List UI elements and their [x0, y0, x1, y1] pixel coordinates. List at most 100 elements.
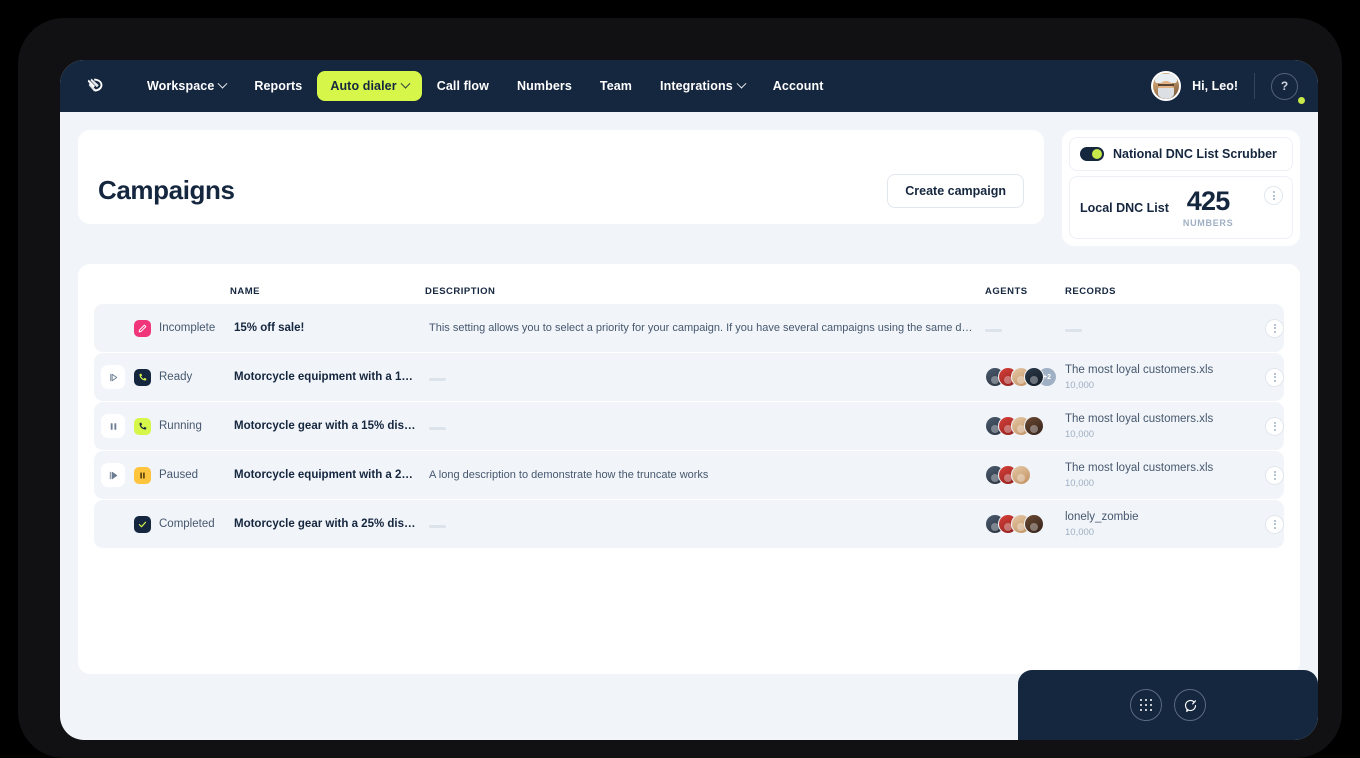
- nav-item-reports[interactable]: Reports: [241, 71, 315, 101]
- agents-cell: +2: [985, 367, 1065, 387]
- table-row[interactable]: Completed Motorcycle gear with a 25% disc…: [94, 500, 1284, 548]
- status-label: Running: [159, 420, 202, 432]
- local-dnc-list-row: Local DNC List 425 NUMBERS: [1069, 176, 1293, 239]
- chevron-down-icon: [736, 78, 747, 89]
- chat-bubble-glyph: [1184, 699, 1196, 712]
- row-menu-cell: [1250, 416, 1284, 436]
- campaign-name: Motorcycle gear with a 15% discount: [234, 420, 429, 432]
- records-file-name: The most loyal customers.xls: [1065, 462, 1214, 475]
- nav-item-label: Call flow: [436, 79, 489, 93]
- column-header-records: RECORDS: [1065, 285, 1117, 297]
- campaign-name: Motorcycle equipment with a 15% disco...: [234, 371, 429, 383]
- table-row[interactable]: Paused Motorcycle equipment with a 20% di…: [94, 451, 1284, 499]
- greeting-text: Hi, Leo!: [1192, 79, 1238, 93]
- agents-cell: [985, 319, 1065, 337]
- table-row[interactable]: Running Motorcycle gear with a 15% discou…: [94, 402, 1284, 450]
- agent-avatar: [1024, 416, 1044, 436]
- empty-placeholder: [429, 378, 446, 381]
- dialpad-icon[interactable]: [1130, 689, 1162, 721]
- campaign-name: Motorcycle gear with a 25% discount: [234, 518, 429, 530]
- campaign-description: This setting allows you to select a prio…: [429, 322, 973, 334]
- resume-button[interactable]: [101, 463, 125, 487]
- records-file-name: lonely_zombie: [1065, 511, 1139, 524]
- phone-icon: [134, 368, 151, 386]
- row-menu-cell: [1250, 367, 1284, 387]
- campaign-description-cell: [429, 368, 985, 386]
- campaign-name: 15% off sale!: [234, 322, 305, 334]
- row-menu-cell: [1250, 514, 1284, 534]
- agent-avatar: [1024, 514, 1044, 534]
- nav-item-auto-dialer[interactable]: Auto dialer: [317, 71, 422, 101]
- records-file-name: The most loyal customers.xls: [1065, 413, 1214, 426]
- status-badge: Running: [134, 417, 234, 435]
- help-icon[interactable]: ?: [1271, 72, 1298, 100]
- status-label: Completed: [159, 518, 215, 530]
- nav-item-team[interactable]: Team: [587, 71, 645, 101]
- empty-placeholder: [429, 525, 446, 528]
- row-more-options-icon[interactable]: [1265, 514, 1284, 534]
- column-header-agents: AGENTS: [985, 285, 1028, 297]
- nav-item-numbers[interactable]: Numbers: [504, 71, 585, 101]
- national-dnc-scrubber-row[interactable]: National DNC List Scrubber: [1069, 137, 1293, 171]
- device-frame: Workspace Reports Auto dialer Call flow Numb…: [18, 18, 1342, 758]
- chat-bubble-icon[interactable]: [1174, 689, 1206, 721]
- row-more-options-icon[interactable]: [1265, 318, 1284, 338]
- table-row[interactable]: Ready Motorcycle equipment with a 15% dis…: [94, 353, 1284, 401]
- column-header-description: DESCRIPTION: [425, 285, 496, 297]
- user-avatar[interactable]: [1151, 71, 1182, 101]
- agent-avatar-stack[interactable]: [985, 416, 1065, 436]
- status-badge: Ready: [134, 368, 234, 386]
- status-label: Incomplete: [159, 322, 216, 334]
- table-row[interactable]: Incomplete 15% off sale! This setting allo…: [94, 304, 1284, 352]
- records-cell: The most loyal customers.xls 10,000: [1065, 461, 1250, 488]
- pencil-icon: [134, 319, 151, 337]
- dnc-scrubber-label: National DNC List Scrubber: [1113, 147, 1277, 161]
- nav-right-cluster: Hi, Leo! ?: [1151, 71, 1318, 105]
- create-campaign-button[interactable]: Create campaign: [887, 174, 1024, 208]
- chevron-down-icon: [217, 78, 228, 89]
- dnc-scrubber-toggle[interactable]: [1080, 147, 1104, 161]
- row-control-cell: [98, 365, 134, 389]
- campaigns-header-card: Campaigns Create campaign: [78, 130, 1044, 224]
- dnc-more-options-icon[interactable]: [1264, 186, 1283, 205]
- agent-avatar-stack[interactable]: +2: [985, 367, 1065, 387]
- nav-item-account[interactable]: Account: [760, 71, 837, 101]
- local-dnc-count-wrap: 425 NUMBERS: [1183, 188, 1233, 228]
- empty-placeholder: [985, 329, 1002, 332]
- row-control-cell: [98, 414, 134, 438]
- page-title: Campaigns: [98, 175, 235, 205]
- nav-item-label: Integrations: [660, 79, 733, 93]
- nav-item-call-flow[interactable]: Call flow: [424, 71, 502, 101]
- status-badge: Paused: [134, 466, 234, 484]
- toggle-knob: [1092, 149, 1102, 159]
- page-content: Campaigns Create campaign National DNC L…: [60, 112, 1318, 740]
- campaign-description-cell: [429, 515, 985, 533]
- agent-avatar-stack[interactable]: [985, 465, 1065, 485]
- local-dnc-count: 425: [1186, 186, 1230, 216]
- column-header-name: NAME: [230, 285, 260, 297]
- table-header-row: NAME DESCRIPTION AGENTS RECORDS: [94, 264, 1284, 304]
- row-more-options-icon[interactable]: [1265, 465, 1284, 485]
- pause-button[interactable]: [101, 414, 125, 438]
- empty-placeholder: [429, 427, 446, 430]
- nav-item-workspace[interactable]: Workspace: [134, 71, 239, 101]
- nav-item-label: Numbers: [517, 79, 572, 93]
- records-cell: lonely_zombie 10,000: [1065, 510, 1250, 537]
- agent-avatar-stack[interactable]: [985, 514, 1065, 534]
- play-button[interactable]: [101, 365, 125, 389]
- local-dnc-label: Local DNC List: [1080, 201, 1169, 215]
- dnc-panel: National DNC List Scrubber Local DNC Lis…: [1062, 130, 1300, 246]
- nav-item-label: Account: [772, 79, 824, 93]
- check-icon: [134, 515, 151, 533]
- agent-avatar: [1011, 465, 1031, 485]
- row-menu-cell: [1250, 318, 1284, 338]
- row-more-options-icon[interactable]: [1265, 367, 1284, 387]
- row-more-options-icon[interactable]: [1265, 416, 1284, 436]
- avatar-glasses: [1158, 84, 1175, 88]
- status-label: Paused: [159, 469, 199, 481]
- nav-item-integrations[interactable]: Integrations: [647, 71, 758, 101]
- campaign-description-cell: [429, 417, 985, 435]
- records-cell: [1065, 319, 1250, 337]
- top-navigation-bar: Workspace Reports Auto dialer Call flow Numb…: [60, 60, 1318, 112]
- app-logo[interactable]: [76, 66, 116, 106]
